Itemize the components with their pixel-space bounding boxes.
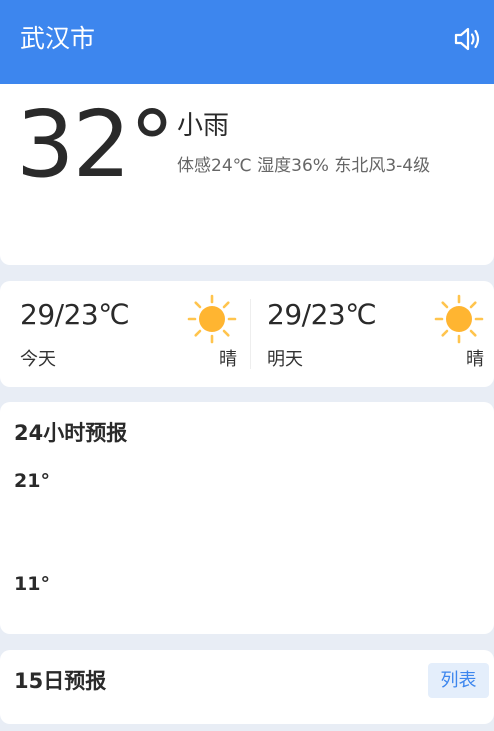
day-weather: 晴 (219, 349, 237, 370)
city-name[interactable]: 武汉市 (20, 22, 95, 56)
speaker-icon[interactable] (452, 24, 482, 54)
day-label: 明天 (267, 349, 303, 370)
fifteen-day-title: 15日预报 (14, 669, 107, 693)
app-header: 武汉市 (0, 0, 494, 84)
current-temperature: 32° (16, 91, 175, 198)
fifteen-day-forecast-card: 15日预报 列表 (0, 650, 494, 724)
day-weather: 晴 (466, 349, 484, 370)
current-weather-card: 32° 小雨 体感24℃ 湿度36% 东北风3-4级 (0, 84, 494, 265)
hourly-forecast-card: 24小时预报 21° 11° (0, 402, 494, 634)
day-label: 今天 (20, 349, 56, 370)
current-condition: 小雨 (177, 111, 230, 141)
daily-summary-card: 29/23℃ 今天 晴 29/23℃ 明天 晴 (0, 281, 494, 387)
hourly-min-temperature: 11° (14, 573, 50, 595)
hourly-forecast-title: 24小时预报 (14, 421, 128, 445)
list-view-button[interactable]: 列表 (428, 663, 489, 698)
day-tomorrow[interactable]: 29/23℃ 明天 晴 (247, 281, 494, 387)
sun-icon (186, 293, 238, 345)
day-today[interactable]: 29/23℃ 今天 晴 (0, 281, 247, 387)
sun-icon (433, 293, 485, 345)
current-details: 体感24℃ 湿度36% 东北风3-4级 (177, 156, 431, 176)
day-temperature-range: 29/23℃ (267, 298, 377, 331)
hourly-max-temperature: 21° (14, 470, 50, 492)
day-temperature-range: 29/23℃ (20, 298, 130, 331)
